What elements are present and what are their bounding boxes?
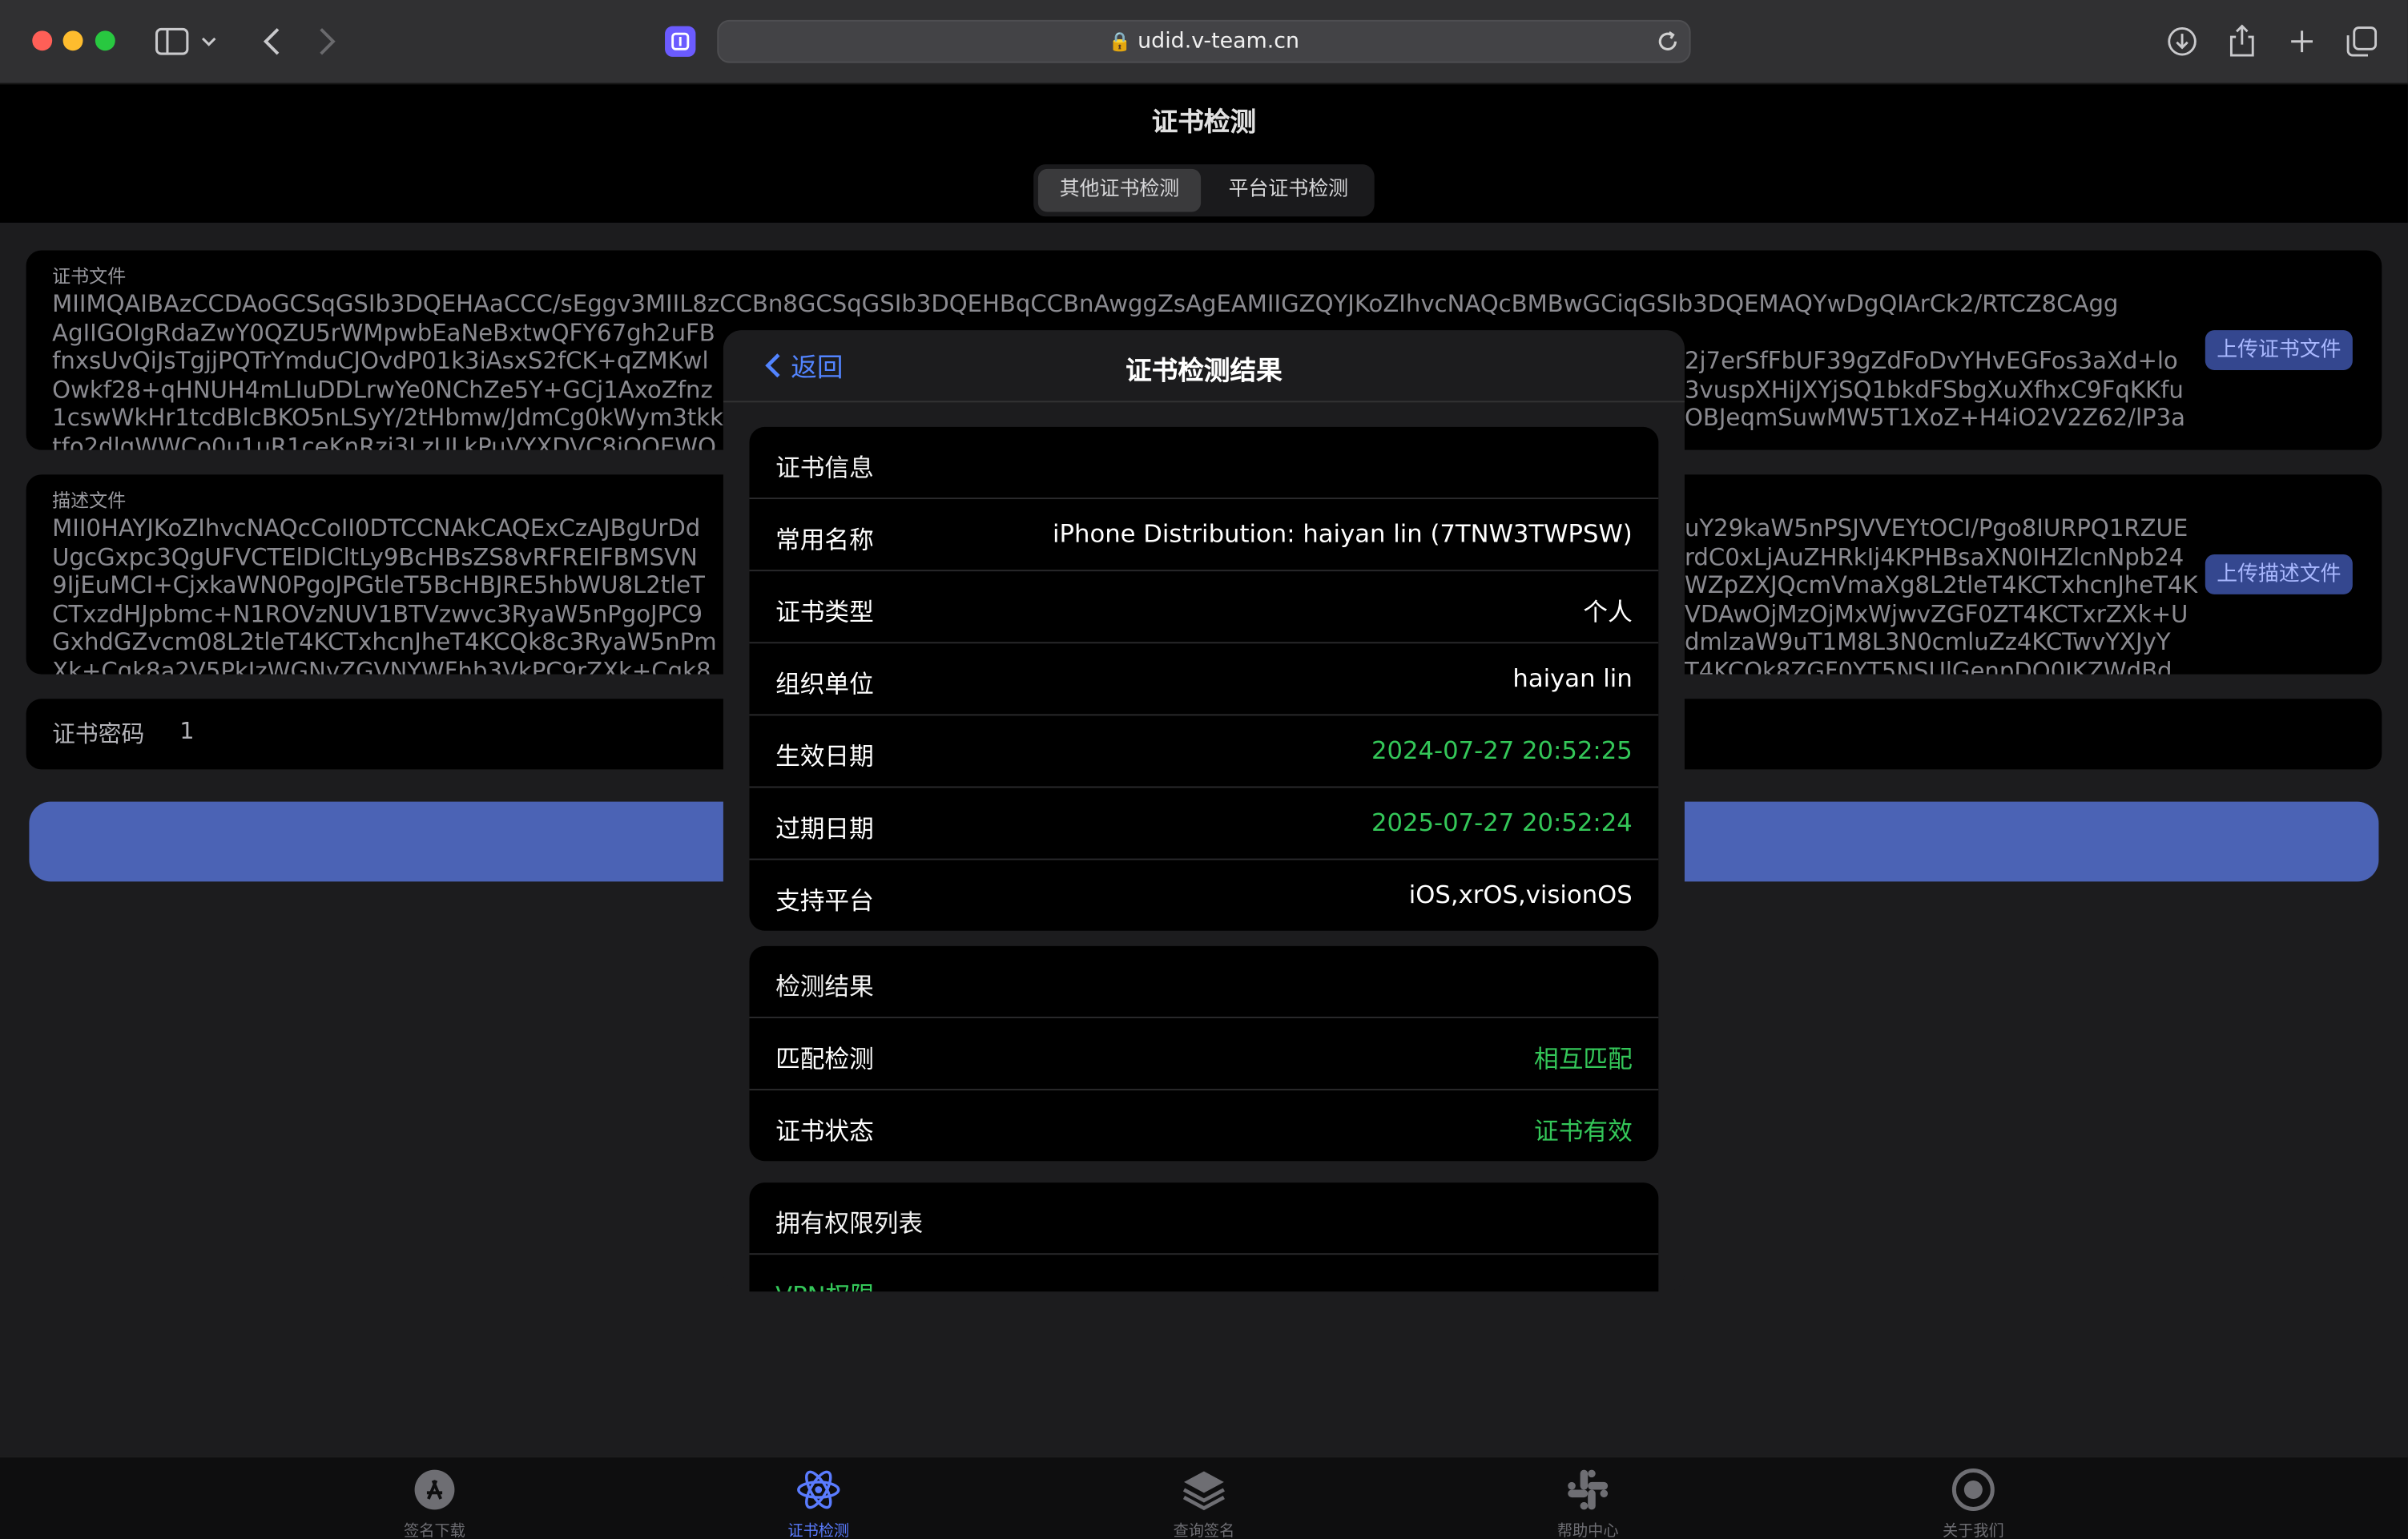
tab-sign-download[interactable]: 签名下载: [342, 1467, 526, 1539]
desc-tail-line: WZpZXJQcmVmaXg8L2tleT4KCTxhcnJheT4K: [1684, 571, 2198, 599]
upload-desc-button[interactable]: 上传描述文件: [2205, 554, 2353, 594]
result-row-status: 证书状态 证书有效: [749, 1090, 1658, 1161]
row-value: haiyan lin: [1512, 663, 1633, 693]
lock-icon: 🔒: [1108, 30, 1132, 53]
cert-line: MIIMQAIBAzCCDAoGCSqGSIb3DQEHAaCCC/sEggv3…: [52, 290, 2119, 318]
password-field[interactable]: 1: [179, 717, 194, 745]
info-row-effective-date: 生效日期 2024-07-27 20:52:25: [749, 715, 1659, 788]
row-label: 匹配检测: [775, 1044, 874, 1074]
tab-help-center[interactable]: 帮助中心: [1496, 1467, 1680, 1539]
section-header: 拥有权限列表: [749, 1182, 1659, 1255]
info-row-org-unit: 组织单位 haiyan lin: [749, 643, 1659, 716]
permissions-section: 拥有权限列表 VPN权限: [749, 1182, 1659, 1292]
download-icon[interactable]: [2162, 22, 2202, 62]
section-title: 证书信息: [775, 453, 874, 482]
browser-toolbar: 🔒 udid.v-team.cn: [0, 0, 2408, 85]
cert-tail-line: 2j7erSfFbUF39gZdFoDvYHvEGFos3aXd+lo: [1684, 347, 2178, 375]
row-value: 相互匹配: [1534, 1044, 1633, 1074]
row-value: 证书有效: [1534, 1116, 1633, 1146]
row-label: 生效日期: [775, 741, 874, 772]
info-row-common-name: 常用名称 iPhone Distribution: haiyan lin (7T…: [749, 499, 1659, 572]
tab-other-cert-check[interactable]: 其他证书检测: [1037, 168, 1202, 212]
share-icon[interactable]: [2222, 22, 2262, 62]
cert-file-tail: 2j7erSfFbUF39gZdFoDvYHvEGFos3aXd+lo 3vus…: [1685, 347, 2185, 433]
permission-item: VPN权限: [749, 1255, 1658, 1291]
row-label: 支持平台: [775, 886, 874, 916]
password-label: 证书密码: [52, 720, 145, 748]
tab-label: 关于我们: [1943, 1523, 2004, 1539]
row-value: 2025-07-27 20:52:24: [1371, 808, 1633, 837]
target-icon: [1951, 1468, 1995, 1511]
minimize-window-button[interactable]: [62, 30, 83, 51]
desc-tail-line: uY29kaW5nPSJVVEYtOCI/Pgo8IURPQ1RZUE: [1684, 514, 2189, 542]
forward-nav-icon[interactable]: [307, 22, 347, 62]
tab-label: 查询签名: [1173, 1523, 1235, 1539]
url-text: udid.v-team.cn: [1138, 29, 1300, 54]
row-value: iPhone Distribution: haiyan lin (7TNW3TW…: [1053, 518, 1633, 549]
section-title: 拥有权限列表: [775, 1208, 924, 1239]
tab-query-signature[interactable]: 查询签名: [1112, 1467, 1296, 1539]
cert-tail-line: 3vuspXHiJXYjSQ1bkdFSbgXuXfhxC9FqKKfu: [1684, 375, 2184, 404]
row-label: 证书状态: [775, 1116, 874, 1146]
zoom-window-button[interactable]: [95, 30, 115, 51]
tab-label: 签名下载: [404, 1523, 465, 1539]
info-row-expiry-date: 过期日期 2025-07-27 20:52:24: [749, 788, 1659, 860]
desc-file-tail: uY29kaW5nPSJVVEYtOCI/Pgo8IURPQ1RZUE rdC0…: [1685, 514, 2198, 674]
close-window-button[interactable]: [32, 30, 53, 51]
segmented-control: 其他证书检测 平台证书检测: [1033, 164, 1375, 217]
address-bar[interactable]: 🔒 udid.v-team.cn: [717, 19, 1691, 63]
screen: 🔒 udid.v-team.cn 证书检测 其他证书检测 平台证书检测 证书文件: [0, 0, 2408, 1539]
permission-label: VPN权限: [775, 1275, 875, 1291]
row-label: 常用名称: [775, 525, 874, 555]
section-header: 证书信息: [749, 427, 1659, 500]
info-row-cert-type: 证书类型 个人: [749, 571, 1659, 644]
dialog-scroll-area[interactable]: 证书信息 常用名称 iPhone Distribution: haiyan li…: [723, 402, 1685, 1292]
section-title: 检测结果: [775, 972, 874, 1001]
upload-cert-button[interactable]: 上传证书文件: [2205, 330, 2353, 370]
check-result-section: 检测结果 匹配检测 相互匹配 证书状态 证书有效: [749, 945, 1659, 1162]
desc-file-label: 描述文件: [52, 489, 127, 512]
section-header: 检测结果: [749, 946, 1659, 1018]
tab-about-us[interactable]: 关于我们: [1881, 1467, 2065, 1539]
tab-label: 证书检测: [787, 1523, 850, 1539]
back-nav-icon[interactable]: [252, 22, 292, 62]
result-row-match: 匹配检测 相互匹配: [749, 1018, 1659, 1091]
address-text: 🔒 udid.v-team.cn: [719, 29, 1689, 54]
tab-label: 帮助中心: [1556, 1523, 1619, 1539]
atom-icon: [797, 1470, 840, 1509]
bottom-tab-bar: 签名下载 证书检测 查询签名 帮助中心 关于我们: [0, 1456, 2408, 1539]
new-tab-icon[interactable]: [2282, 22, 2322, 62]
dialog-title: 证书检测结果: [1125, 356, 1283, 388]
desc-tail-line: dmlzaW9uT1M8L3N0cmluZz4KCTwvYXJyY: [1684, 628, 2171, 657]
sidebar-toggle-icon[interactable]: [152, 22, 192, 62]
desc-tail-line: VDAwOjMzOjMxWjwvZGF0ZT4KCTxrZXk+U: [1684, 600, 2189, 628]
extension-icon[interactable]: [665, 26, 696, 57]
row-label: 证书类型: [775, 597, 874, 627]
page-title: 证书检测: [1151, 107, 1257, 139]
dialog-header: 返回 证书检测结果: [723, 330, 1685, 403]
row-value: 个人: [1583, 597, 1633, 627]
desc-tail-line: T4KCQk8ZGF0YT5NSUlGenpDQ0JKZWdBd: [1684, 657, 2172, 675]
cert-info-section: 证书信息 常用名称 iPhone Distribution: haiyan li…: [749, 426, 1659, 931]
row-label: 组织单位: [775, 669, 874, 699]
reload-icon[interactable]: [1656, 29, 1681, 59]
tab-overview-icon[interactable]: [2342, 22, 2382, 62]
cert-tail-line: OBJeqmSuwMW5T1XoZ+H4iO2V2Z62/lP3a: [1684, 404, 2185, 433]
cert-file-label: 证书文件: [52, 265, 127, 288]
row-value: iOS,xrOS,visionOS: [1408, 880, 1633, 909]
slack-icon: [1568, 1469, 1609, 1510]
layers-icon: [1182, 1471, 1225, 1511]
row-label: 过期日期: [775, 814, 874, 844]
chevron-down-icon[interactable]: [196, 22, 221, 62]
row-value: 2024-07-27 20:52:25: [1371, 735, 1633, 765]
result-dialog: 返回 证书检测结果 证书信息 常用名称 iPhone Distribution:…: [723, 330, 1685, 1292]
app-store-icon: [414, 1469, 455, 1510]
tab-platform-cert-check[interactable]: 平台证书检测: [1207, 169, 1370, 212]
info-row-platforms: 支持平台 iOS,xrOS,visionOS: [749, 860, 1658, 931]
tab-cert-check[interactable]: 证书检测: [727, 1467, 911, 1539]
app-header: 证书检测 其他证书检测 平台证书检测: [0, 84, 2408, 223]
desc-tail-line: rdC0xLjAuZHRkIj4KPHBsaXN0IHZlcnNpb24: [1684, 542, 2185, 571]
